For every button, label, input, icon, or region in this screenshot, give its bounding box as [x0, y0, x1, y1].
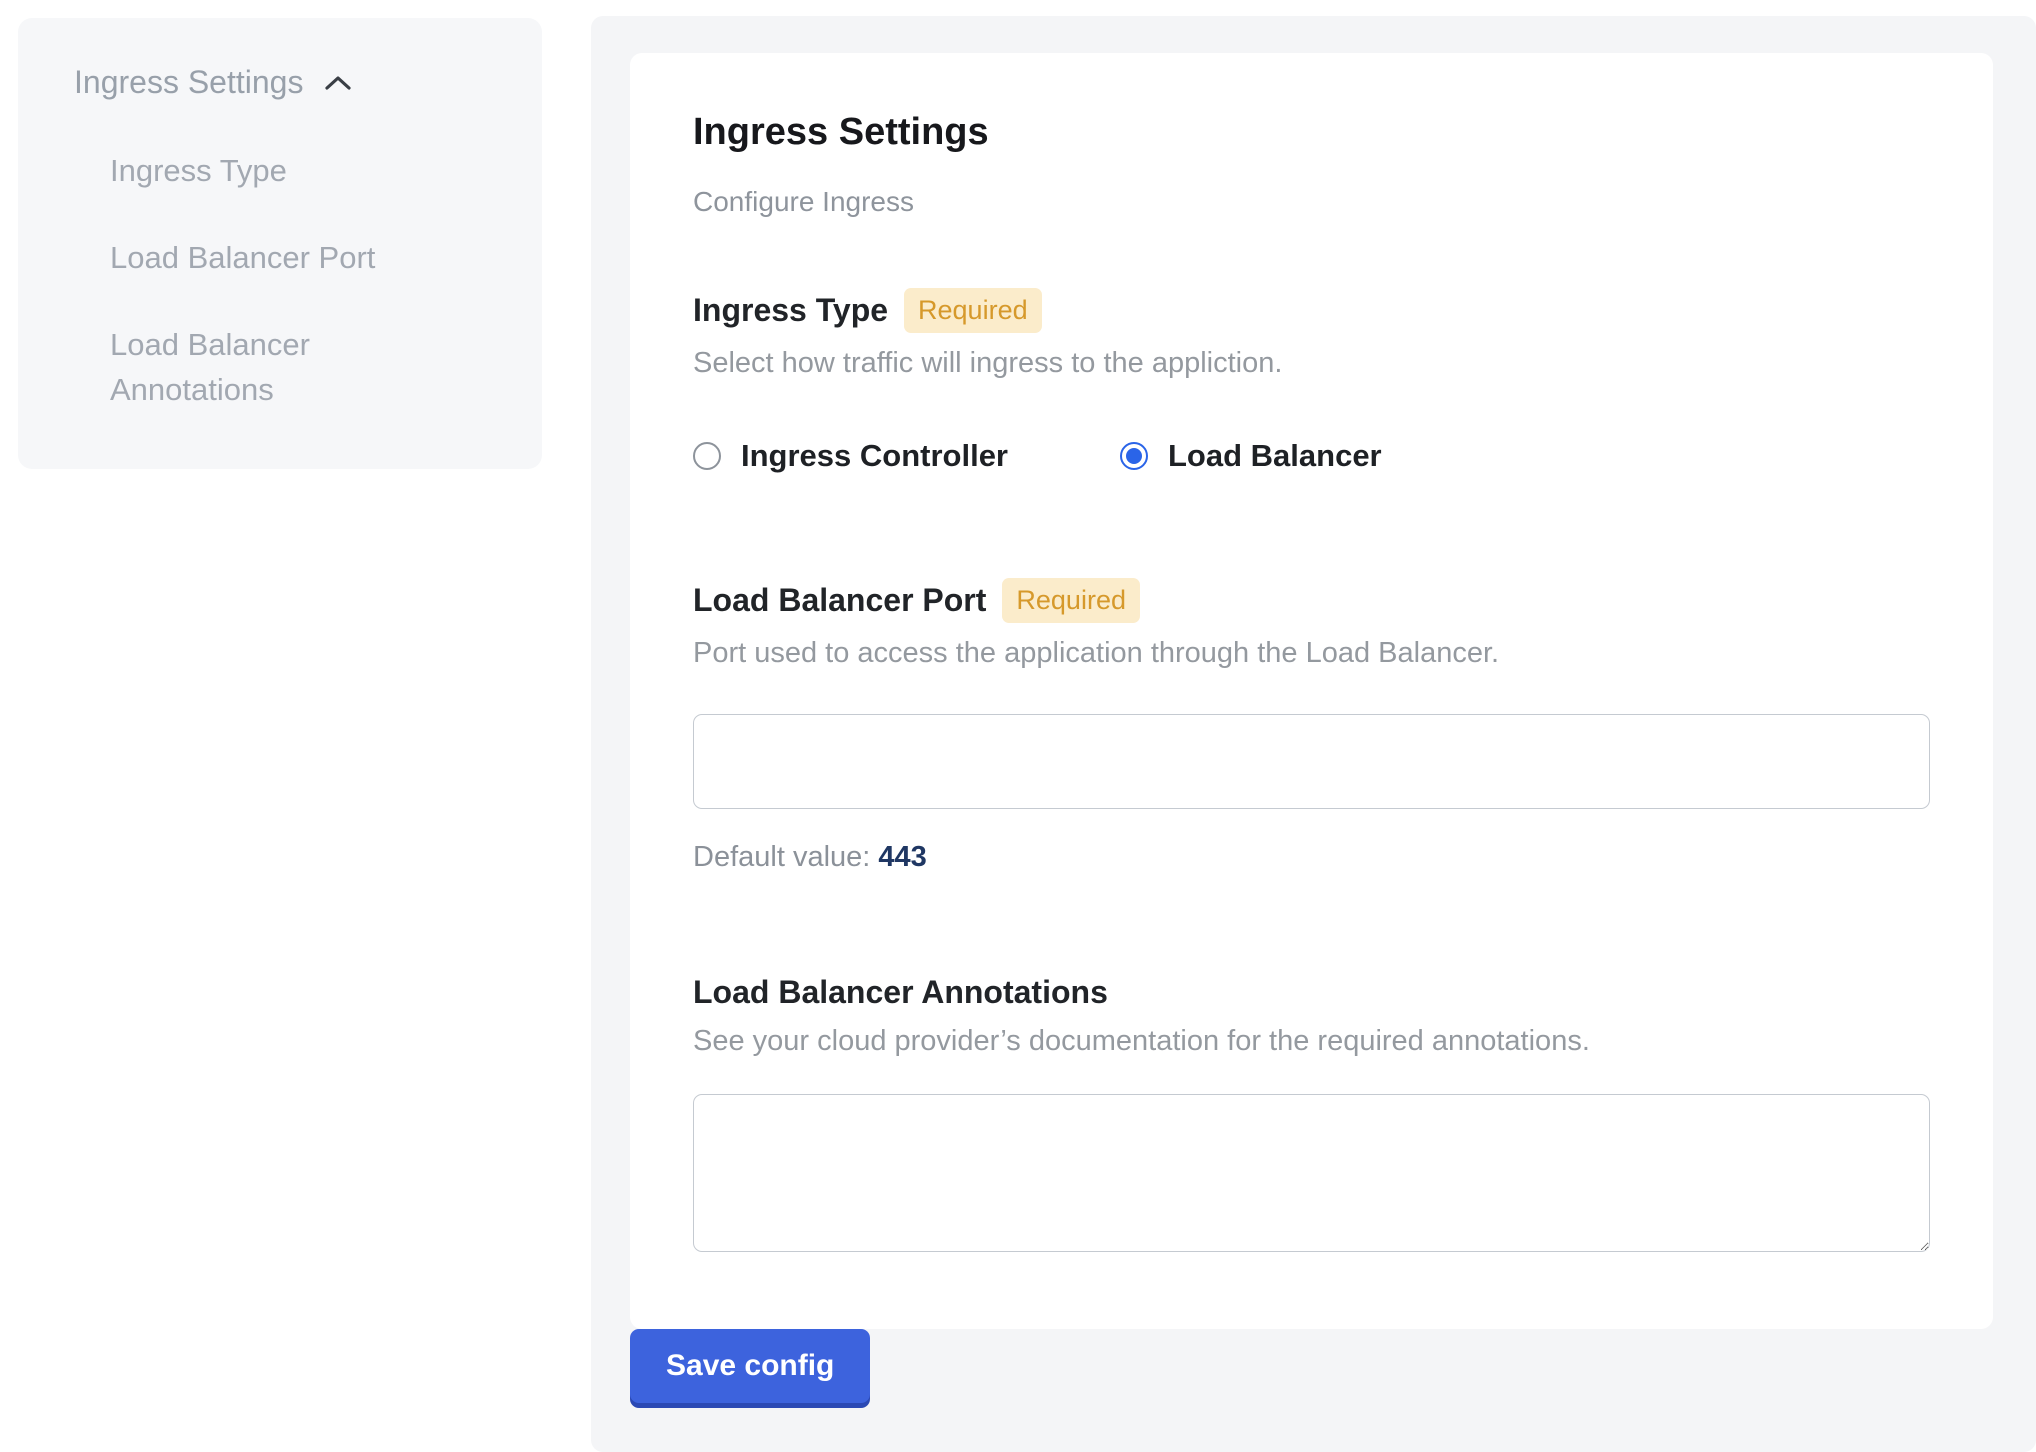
radio-label: Ingress Controller: [741, 438, 1008, 474]
required-badge: Required: [904, 288, 1042, 333]
radio-circle-icon[interactable]: [693, 442, 721, 470]
lb-port-description: Port used to access the application thro…: [693, 637, 1930, 670]
lb-annotations-label: Load Balancer Annotations: [693, 974, 1108, 1011]
lb-port-label: Load Balancer Port: [693, 582, 986, 619]
sidebar-item-load-balancer-annotations[interactable]: Load Balancer Annotations: [110, 323, 480, 413]
save-config-button[interactable]: Save config: [630, 1329, 870, 1403]
page-subtitle: Configure Ingress: [693, 186, 1930, 218]
chevron-up-icon: [323, 73, 353, 93]
radio-ingress-controller[interactable]: Ingress Controller: [693, 438, 1008, 474]
ingress-type-label: Ingress Type: [693, 292, 888, 329]
sidebar-items: Ingress Type Load Balancer Port Load Bal…: [74, 149, 502, 413]
load-balancer-annotations-textarea[interactable]: [693, 1094, 1930, 1252]
ingress-type-radio-group: Ingress Controller Load Balancer: [693, 438, 1930, 474]
page: Ingress Settings Ingress Type Load Balan…: [0, 0, 2036, 1452]
lb-annotations-description: See your cloud provider’s documentation …: [693, 1025, 1930, 1058]
ingress-settings-card: Ingress Settings Configure Ingress Ingre…: [630, 53, 1993, 1329]
sidebar-section-ingress-settings[interactable]: Ingress Settings: [74, 64, 502, 101]
settings-sidebar: Ingress Settings Ingress Type Load Balan…: [18, 18, 542, 469]
ingress-type-description: Select how traffic will ingress to the a…: [693, 347, 1930, 380]
load-balancer-port-input[interactable]: [693, 714, 1930, 809]
section-load-balancer-port: Load Balancer Port Required Port used to…: [693, 578, 1930, 874]
section-ingress-type: Ingress Type Required Select how traffic…: [693, 288, 1930, 474]
sidebar-item-load-balancer-port[interactable]: Load Balancer Port: [110, 236, 480, 281]
default-value-line: Default value:443: [693, 841, 1930, 874]
required-badge: Required: [1002, 578, 1140, 623]
main-panel: Ingress Settings Configure Ingress Ingre…: [591, 16, 2036, 1452]
default-value-label: Default value:: [693, 841, 870, 873]
radio-load-balancer[interactable]: Load Balancer: [1120, 438, 1382, 474]
section-load-balancer-annotations: Load Balancer Annotations See your cloud…: [693, 974, 1930, 1257]
sidebar-section-label: Ingress Settings: [74, 64, 303, 101]
radio-label: Load Balancer: [1168, 438, 1382, 474]
page-title: Ingress Settings: [693, 111, 1930, 154]
radio-circle-icon[interactable]: [1120, 442, 1148, 470]
default-value: 443: [878, 841, 926, 873]
sidebar-item-ingress-type[interactable]: Ingress Type: [110, 149, 480, 194]
